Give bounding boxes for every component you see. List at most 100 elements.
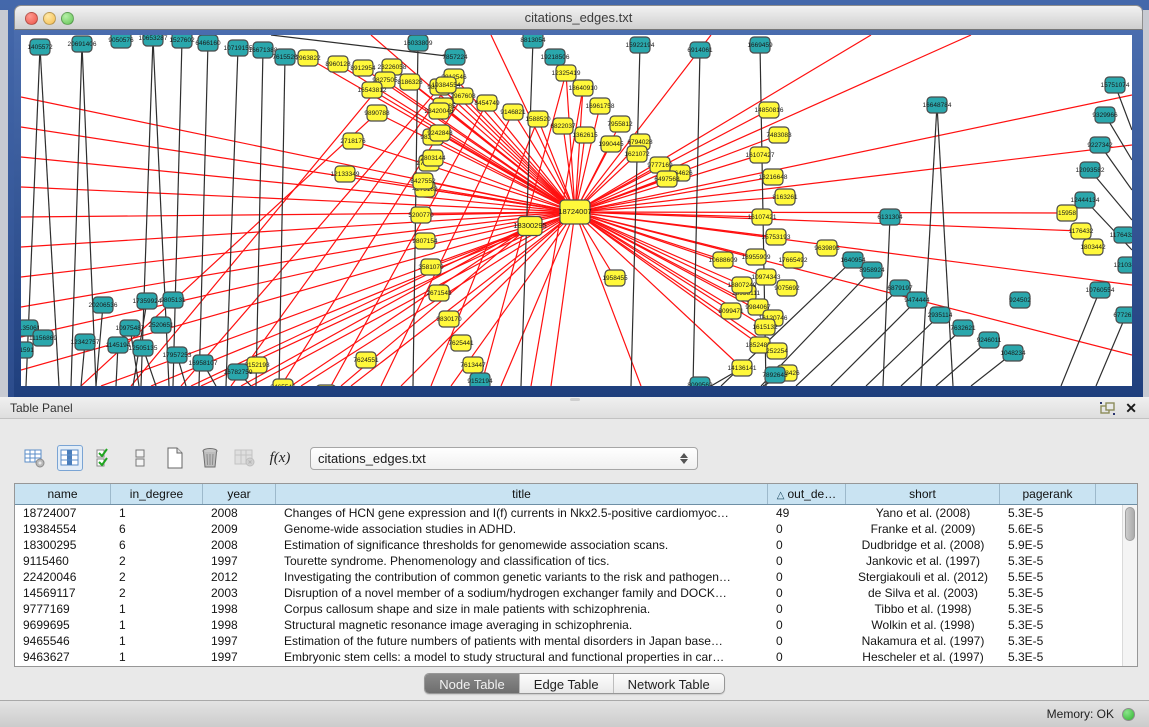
table-row[interactable]: 969969511998Structural magnetic resonanc… xyxy=(15,617,1137,633)
function-builder-icon[interactable]: f(x) xyxy=(267,445,293,471)
column-header-pagerank[interactable]: pagerank xyxy=(1000,484,1096,504)
graph-node[interactable] xyxy=(316,385,336,386)
table-row[interactable]: 1830029562008Estimation of significance … xyxy=(15,537,1137,553)
cell: 2 xyxy=(111,569,203,585)
graph-node-label: 20691406 xyxy=(68,41,97,48)
cell: 22420046 xyxy=(15,569,111,585)
cell: 0 xyxy=(768,617,846,633)
tab-network-table[interactable]: Network Table xyxy=(614,674,724,693)
cell: 5.3E-5 xyxy=(1000,505,1096,521)
cell: Changes of HCN gene expression and I(f) … xyxy=(276,505,768,521)
cell: 1997 xyxy=(203,633,276,649)
graph-node-label: 1048234 xyxy=(1000,350,1026,357)
select-columns-icon[interactable] xyxy=(92,445,118,471)
table-panel-header[interactable]: Table Panel ✕ xyxy=(0,397,1149,419)
graph-node-label: 11764321 xyxy=(1110,232,1132,239)
scrollbar-thumb[interactable] xyxy=(1125,507,1135,541)
graph-node-label: 18640910 xyxy=(569,85,598,92)
table-select-value: citations_edges.txt xyxy=(318,451,680,466)
graph-node-label: 9329966 xyxy=(1092,112,1118,119)
column-header-name[interactable]: name xyxy=(15,484,111,504)
graph-node-label: 8427552 xyxy=(410,178,436,185)
graph-node-label: 9075692 xyxy=(774,285,800,292)
column-header-title[interactable]: title xyxy=(276,484,768,504)
window-titlebar[interactable]: citations_edges.txt xyxy=(14,5,1143,30)
graph-node-label: 9474444 xyxy=(904,297,930,304)
status-bar: Memory: OK xyxy=(0,700,1149,727)
graph-node-label: 17957253 xyxy=(163,352,192,359)
graph-node-label: 8099562 xyxy=(687,382,713,386)
graph-node-label: 12093582 xyxy=(1076,167,1105,174)
cell: 9465546 xyxy=(15,633,111,649)
column-header-year[interactable]: year xyxy=(203,484,276,504)
cell: Estimation of significance thresholds fo… xyxy=(276,537,768,553)
graph-node-label: 9807154 xyxy=(412,238,438,245)
graph-node-label: 17359924 xyxy=(133,298,162,305)
table-settings-icon[interactable] xyxy=(22,445,48,471)
cell: Yano et al. (2008) xyxy=(846,505,1000,521)
cell: 2012 xyxy=(203,569,276,585)
graph-node-label: 1362615 xyxy=(572,132,598,139)
delete-table-icon[interactable] xyxy=(197,445,223,471)
cell: 5.3E-5 xyxy=(1000,585,1096,601)
cell: 6 xyxy=(111,537,203,553)
graph-node-label: 16961758 xyxy=(586,103,615,110)
cell: 18300295 xyxy=(15,537,111,553)
create-table-icon[interactable] xyxy=(162,445,188,471)
table-vertical-scrollbar[interactable] xyxy=(1122,505,1137,666)
table-row[interactable]: 946554611997Estimation of the future num… xyxy=(15,633,1137,649)
graph-node-label: 10653287 xyxy=(139,35,168,42)
graph-node-label: 6466160 xyxy=(195,40,221,47)
cell: Investigating the contribution of common… xyxy=(276,569,768,585)
table-select[interactable]: citations_edges.txt xyxy=(310,447,698,470)
graph-node-label: 7892643 xyxy=(762,372,788,379)
graph-node-label: 7483083 xyxy=(766,132,792,139)
float-panel-button[interactable] xyxy=(1100,402,1115,415)
column-header-out_de[interactable]: △out_de… xyxy=(768,484,846,504)
graph-node-label: 1145194 xyxy=(106,342,131,349)
graph-node-label: 2671543 xyxy=(426,290,452,297)
cell: 5.3E-5 xyxy=(1000,649,1096,665)
table-row[interactable]: 977716911998Corpus callosum shape and si… xyxy=(15,601,1137,617)
cell: 1997 xyxy=(203,649,276,665)
node-table: namein_degreeyeartitle△out_de…shortpager… xyxy=(14,483,1138,667)
graph-node-label: 924502 xyxy=(1009,297,1031,304)
column-header-in_degree[interactable]: in_degree xyxy=(111,484,203,504)
graph-node-label: 9639895 xyxy=(814,245,840,252)
splitter-handle[interactable] xyxy=(570,398,580,401)
table-row[interactable]: 911546021997Tourette syndrome. Phenomeno… xyxy=(15,553,1137,569)
graph-node-label: 12342757 xyxy=(71,339,100,346)
cell: 2008 xyxy=(203,505,276,521)
graph-node-label: 12133349 xyxy=(331,171,360,178)
graph-node-label: 6497568 xyxy=(654,176,680,183)
graph-node-label: 9242848 xyxy=(427,130,453,137)
table-row[interactable]: 1456911722003Disruption of a novel membe… xyxy=(15,585,1137,601)
graph-node-label: 1803442 xyxy=(1080,244,1106,251)
graph-node-label: 1405572 xyxy=(27,44,53,51)
sort-ascending-icon: △ xyxy=(777,490,785,501)
window-frame: 1872400718300295796382289601288912954232… xyxy=(14,30,1143,397)
graph-node-label: 1669459 xyxy=(747,42,773,49)
import-table-icon xyxy=(232,445,258,471)
graph-node-label: 23226058 xyxy=(378,64,407,71)
cell: Structural magnetic resonance image aver… xyxy=(276,617,768,633)
row-options-icon[interactable] xyxy=(127,445,153,471)
table-row[interactable]: 946362711997Embryonic stem cells: a mode… xyxy=(15,649,1137,665)
cell: 1998 xyxy=(203,617,276,633)
tab-edge-table[interactable]: Edge Table xyxy=(520,674,614,693)
network-graph-canvas[interactable]: 1872400718300295796382289601288912954232… xyxy=(21,35,1132,386)
table-row[interactable]: 1872400712008Changes of HCN gene express… xyxy=(15,505,1137,521)
graph-node-label: 16107427 xyxy=(746,152,775,159)
table-row[interactable]: 1938455462009Genome-wide association stu… xyxy=(15,521,1137,537)
column-header-filler xyxy=(1096,484,1137,504)
tab-node-table[interactable]: Node Table xyxy=(425,674,520,693)
cell: 0 xyxy=(768,601,846,617)
table-row[interactable]: 2242004622012Investigating the contribut… xyxy=(15,569,1137,585)
close-panel-button[interactable]: ✕ xyxy=(1125,400,1137,416)
graph-node-label: 20206536 xyxy=(89,302,118,309)
show-column-icon[interactable] xyxy=(57,445,83,471)
graph-node-label: 1990445 xyxy=(598,141,624,148)
cell: 2003 xyxy=(203,585,276,601)
graph-node-label: 15753193 xyxy=(762,234,791,241)
column-header-short[interactable]: short xyxy=(846,484,1000,504)
